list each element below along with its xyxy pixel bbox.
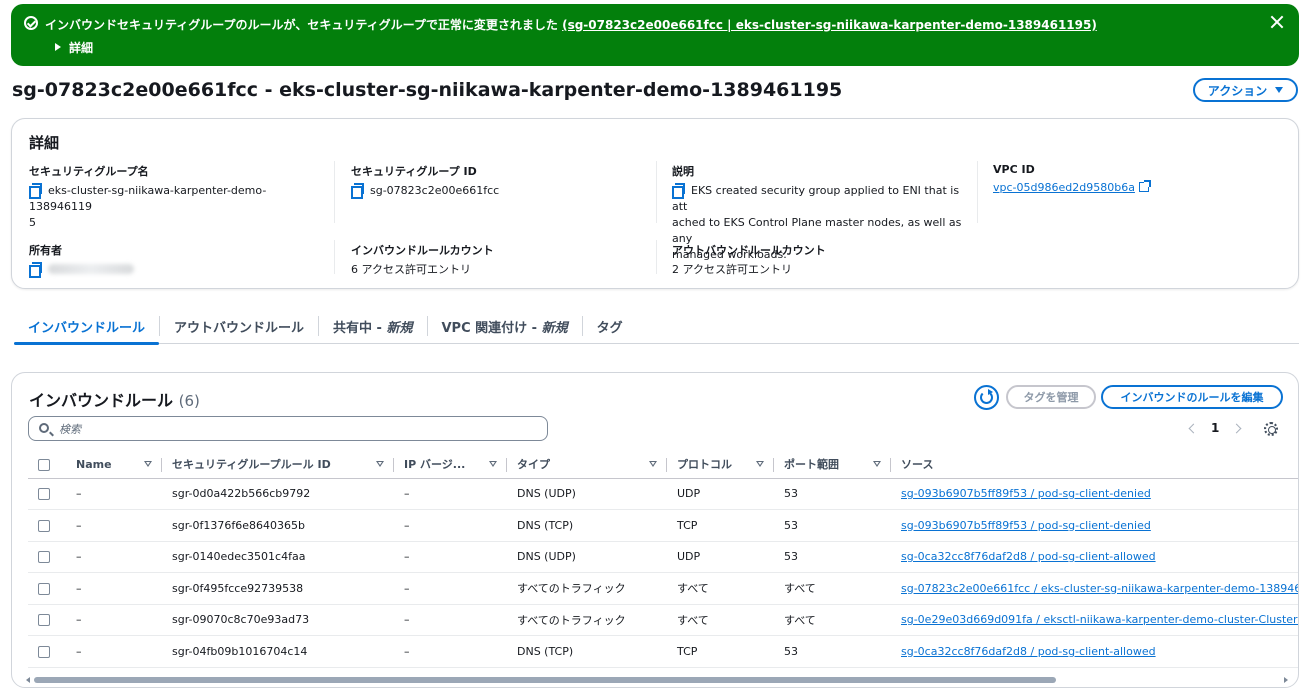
sort-icon[interactable] <box>376 461 384 467</box>
column-divider <box>656 240 657 274</box>
refresh-button[interactable] <box>974 385 999 410</box>
caret-right-icon <box>55 43 61 51</box>
inbound-rules-table: Name セキュリティグループルール ID IP バージ... タイプ プロトコ… <box>28 451 1298 668</box>
flash-details-toggle[interactable]: 詳細 <box>55 39 93 56</box>
tab-tags[interactable]: タグ <box>583 308 637 344</box>
flash-message: インバウンドセキュリティグループのルールが、セキュリティグループで正常に変更され… <box>45 18 1097 32</box>
search-box <box>28 416 548 441</box>
column-divider <box>334 161 335 223</box>
column-divider <box>977 161 978 223</box>
scroll-left-arrow-icon[interactable] <box>26 677 30 683</box>
inbound-rules-panel: インバウンドルール (6) タグを管理 インバウンドのルールを編集 1 Name… <box>11 372 1299 688</box>
scrollbar-thumb[interactable] <box>34 677 1056 683</box>
copy-icon[interactable] <box>351 183 364 199</box>
search-input[interactable] <box>59 420 539 438</box>
source-link[interactable]: sg-07823c2e00e661fcc / eks-cluster-sg-ni… <box>901 582 1298 595</box>
table-row[interactable]: – sgr-0140edec3501c4faa – DNS (UDP) UDP … <box>28 541 1298 573</box>
table-row[interactable]: – sgr-0d0a422b566cb9792 – DNS (UDP) UDP … <box>28 478 1298 510</box>
source-link[interactable]: sg-093b6907b5ff89f53 / pod-sg-client-den… <box>901 487 1151 500</box>
select-all-checkbox[interactable] <box>38 458 50 471</box>
actions-button[interactable]: アクション <box>1193 78 1298 102</box>
details-panel: 詳細 セキュリティグループ名 eks-cluster-sg-niikawa-ka… <box>11 118 1299 289</box>
outbound-count-label: アウトバウンドルールカウント <box>672 244 826 257</box>
table-row[interactable]: – sgr-04fb09b1016704c14 – DNS (TCP) TCP … <box>28 635 1298 668</box>
row-checkbox[interactable] <box>38 551 50 564</box>
close-icon[interactable] <box>1269 14 1285 30</box>
source-link[interactable]: sg-093b6907b5ff89f53 / pod-sg-client-den… <box>901 519 1151 532</box>
col-header-protocol[interactable]: プロトコル <box>667 451 774 479</box>
success-flash-banner: インバウンドセキュリティグループのルールが、セキュリティグループで正常に変更され… <box>11 4 1299 66</box>
manage-tags-button[interactable]: タグを管理 <box>1006 385 1096 409</box>
source-link[interactable]: sg-0ca32cc8f76daf2d8 / pod-sg-client-all… <box>901 645 1156 658</box>
tab-outbound-rules[interactable]: アウトバウンドルール <box>160 308 318 344</box>
copy-icon[interactable] <box>672 183 685 199</box>
row-checkbox[interactable] <box>38 614 50 627</box>
sg-name-value: eks-cluster-sg-niikawa-karpenter-demo-13… <box>29 184 267 213</box>
sg-id-field: セキュリティグループ ID sg-07823c2e00e661fcc <box>351 163 651 199</box>
tab-bar: インバウンドルール アウトバウンドルール 共有中 - 新規 VPC 関連付け -… <box>14 308 1299 345</box>
row-checkbox[interactable] <box>38 582 50 595</box>
inbound-count-value: 6 アクセス許可エントリ <box>351 263 471 276</box>
col-header-ip-version[interactable]: IP バージ... <box>394 451 507 479</box>
outbound-count-field: アウトバウンドルールカウント 2 アクセス許可エントリ <box>672 242 972 278</box>
scroll-right-arrow-icon[interactable] <box>1284 677 1288 683</box>
chevron-right-icon[interactable] <box>1231 423 1242 433</box>
chevron-left-icon[interactable] <box>1188 423 1199 433</box>
column-divider <box>334 240 335 274</box>
col-header-rule-id[interactable]: セキュリティグループルール ID <box>162 451 394 479</box>
row-checkbox[interactable] <box>38 488 50 501</box>
outbound-count-value: 2 アクセス許可エントリ <box>672 263 792 276</box>
owner-field: 所有者 <box>29 242 329 278</box>
pagination: 1 <box>1188 421 1242 435</box>
tab-inbound-rules[interactable]: インバウンドルール <box>14 308 160 345</box>
col-header-type[interactable]: タイプ <box>507 451 667 479</box>
col-header-source[interactable]: ソース <box>891 451 1298 479</box>
horizontal-scrollbar[interactable] <box>26 676 1288 684</box>
copy-icon[interactable] <box>29 262 42 278</box>
source-link[interactable]: sg-0ca32cc8f76daf2d8 / pod-sg-client-all… <box>901 550 1156 563</box>
vpc-id-label: VPC ID <box>993 163 1035 176</box>
external-link-icon <box>1138 180 1151 192</box>
search-icon <box>39 423 49 433</box>
table-row[interactable]: – sgr-09070c8c70e93ad73 – すべてのトラフィック すべて… <box>28 604 1298 636</box>
col-header-port-range[interactable]: ポート範囲 <box>774 451 891 479</box>
description-label: 説明 <box>672 165 694 178</box>
sort-icon[interactable] <box>873 461 881 467</box>
copy-icon[interactable] <box>29 183 42 199</box>
page-number[interactable]: 1 <box>1211 421 1219 435</box>
col-header-name[interactable]: Name <box>66 451 162 479</box>
table-row[interactable]: – sgr-0f1376f6e8640365b – DNS (TCP) TCP … <box>28 509 1298 542</box>
sg-name-label: セキュリティグループ名 <box>29 165 149 178</box>
row-checkbox[interactable] <box>38 519 50 532</box>
sort-icon[interactable] <box>144 461 152 467</box>
table-row[interactable]: – sgr-0f495fcce92739538 – すべてのトラフィック すべて… <box>28 572 1298 605</box>
sg-id-label: セキュリティグループ ID <box>351 165 477 178</box>
table-header-row: Name セキュリティグループルール ID IP バージ... タイプ プロトコ… <box>28 451 1298 479</box>
edit-inbound-rules-button[interactable]: インバウンドのルールを編集 <box>1101 385 1283 409</box>
sort-icon[interactable] <box>489 461 497 467</box>
sg-name-field: セキュリティグループ名 eks-cluster-sg-niikawa-karpe… <box>29 163 329 231</box>
gear-icon[interactable] <box>1264 422 1278 436</box>
vpc-id-link[interactable]: vpc-05d986ed2d9580b6a <box>993 181 1135 194</box>
inbound-count-label: インバウンドルールカウント <box>351 244 494 257</box>
page-title: sg-07823c2e00e661fcc - eks-cluster-sg-ni… <box>12 79 843 101</box>
owner-value-redacted <box>48 264 134 274</box>
success-check-icon <box>24 16 38 30</box>
tab-vpc-associations[interactable]: VPC 関連付け - 新規 <box>428 308 582 344</box>
column-divider <box>656 161 657 223</box>
row-checkbox[interactable] <box>38 645 50 658</box>
owner-label: 所有者 <box>29 244 62 257</box>
flash-sg-link[interactable]: (sg-07823c2e00e661fcc | eks-cluster-sg-n… <box>562 18 1097 32</box>
sort-icon[interactable] <box>756 461 764 467</box>
vpc-id-field: VPC ID vpc-05d986ed2d9580b6a <box>993 163 1273 196</box>
inbound-count-field: インバウンドルールカウント 6 アクセス許可エントリ <box>351 242 651 278</box>
sg-id-value: sg-07823c2e00e661fcc <box>370 184 500 197</box>
tab-sharing[interactable]: 共有中 - 新規 <box>319 308 426 344</box>
source-link[interactable]: sg-0e29e03d669d091fa / eksctl-niikawa-ka… <box>901 613 1298 626</box>
rules-count: (6) <box>178 392 200 410</box>
rules-heading: インバウンドルール (6) <box>29 391 200 410</box>
sort-icon[interactable] <box>649 461 657 467</box>
caret-down-icon <box>1275 87 1284 93</box>
details-heading: 詳細 <box>29 134 60 152</box>
